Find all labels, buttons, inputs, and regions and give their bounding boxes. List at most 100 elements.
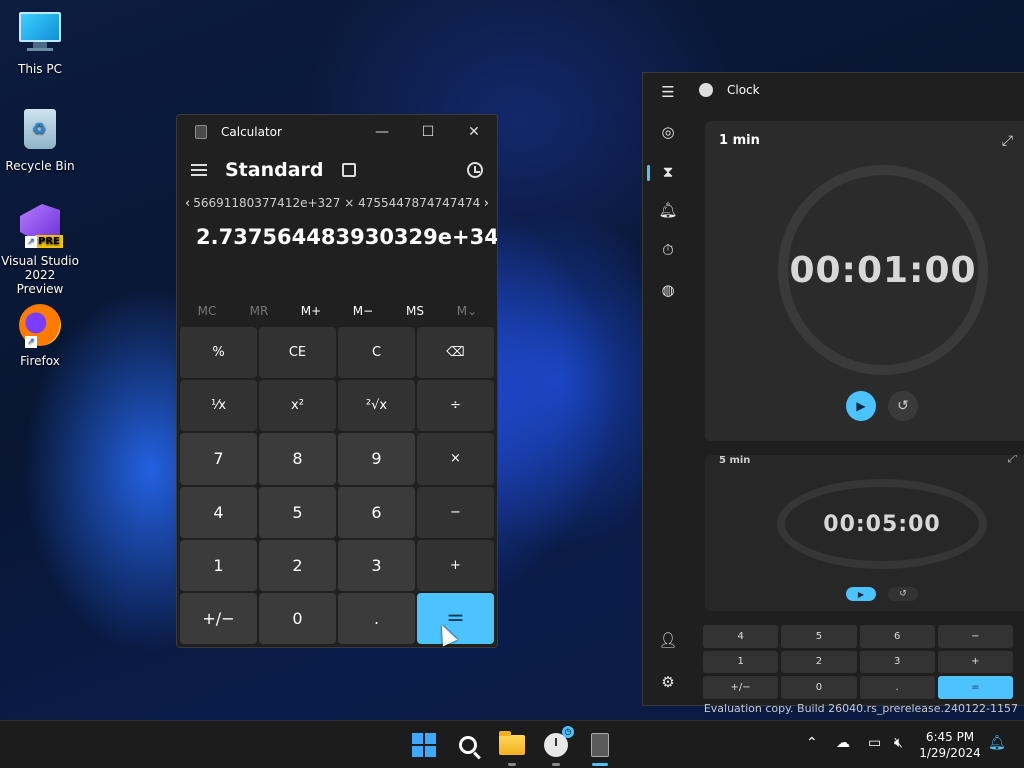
multiply-button[interactable]: × (417, 433, 494, 485)
square-button[interactable]: x² (259, 380, 336, 432)
maximize-button[interactable]: ☐ (405, 115, 451, 149)
search-button[interactable] (452, 729, 484, 761)
cloud-offline-icon[interactable]: ☁ (836, 735, 850, 751)
desktop-icon-label: This PC (18, 62, 62, 76)
percent-button[interactable]: % (180, 327, 257, 379)
window-title: Calculator (221, 125, 282, 139)
timer-card[interactable]: 5 min ⤢ 00:05:00 ▶ ↺ (705, 455, 1024, 611)
ghost-key: 1 (703, 650, 779, 674)
timer-hourglass-icon[interactable]: ⧗ (659, 163, 677, 181)
memory-clear-button[interactable]: MC (181, 297, 233, 325)
minus-button[interactable]: − (417, 486, 494, 538)
digit-5-button[interactable]: 5 (259, 486, 336, 538)
digit-7-button[interactable]: 7 (180, 433, 257, 485)
desktop-icon-visual-studio[interactable]: PRE ↗ Visual Studio 2022 Preview (0, 202, 80, 296)
nav-active-indicator (647, 165, 650, 181)
digit-2-button[interactable]: 2 (259, 539, 336, 591)
running-indicator (592, 763, 608, 766)
window-title: Clock (727, 83, 760, 97)
memory-store-button[interactable]: MS (389, 297, 441, 325)
digit-8-button[interactable]: 8 (259, 433, 336, 485)
divide-button[interactable]: ÷ (417, 380, 494, 432)
clear-button[interactable]: C (338, 327, 415, 379)
calculator-app-icon (591, 733, 609, 757)
timer-card[interactable]: 1 min ⤢ 00:01:00 ▶ ↺ (705, 121, 1024, 441)
volume-muted-icon[interactable]: 🔇︎ (894, 735, 903, 751)
keep-on-top-icon[interactable] (341, 163, 356, 177)
running-indicator (508, 763, 516, 766)
system-clock[interactable]: 6:45 PM 1/29/2024 (918, 729, 982, 761)
hamburger-menu-icon[interactable] (191, 164, 207, 176)
desktop-icon-firefox[interactable]: ↗ Firefox (0, 302, 80, 368)
digit-4-button[interactable]: 4 (180, 486, 257, 538)
ghost-key: 0 (781, 676, 857, 699)
world-clock-icon[interactable]: ◍ (659, 281, 677, 299)
settings-gear-icon[interactable]: ⚙ (659, 673, 677, 691)
desktop-icon-this-pc[interactable]: This PC (0, 8, 80, 76)
expand-icon[interactable]: ⤢ (1002, 133, 1013, 149)
digit-1-button[interactable]: 1 (180, 539, 257, 591)
taskbar-calculator[interactable] (584, 729, 616, 766)
taskbar-file-explorer[interactable] (496, 729, 528, 766)
windows-logo-icon (412, 733, 436, 757)
history-icon[interactable] (467, 162, 483, 178)
expand-icon[interactable]: ⤢ (1007, 455, 1017, 466)
timer-time: 00:05:00 (823, 511, 941, 537)
tray-date: 1/29/2024 (919, 746, 981, 760)
clear-entry-button[interactable]: CE (259, 327, 336, 379)
focus-sessions-icon[interactable]: ◎ (659, 123, 677, 141)
recycle-bin-icon (17, 109, 63, 155)
play-button[interactable]: ▶ (846, 391, 876, 421)
reset-button[interactable]: ↺ (888, 391, 918, 421)
ghost-key: 2 (781, 650, 857, 674)
plus-button[interactable]: + (417, 539, 494, 591)
stopwatch-icon[interactable]: ⏱︎ (659, 241, 677, 259)
memory-subtract-button[interactable]: M− (337, 297, 389, 325)
alarm-bell-icon[interactable]: 🔔︎ (658, 201, 677, 219)
ghost-key: 4 (703, 625, 779, 648)
memory-add-button[interactable]: M+ (285, 297, 337, 325)
ghost-key: = (937, 676, 1013, 699)
decimal-button[interactable]: . (338, 592, 415, 644)
evaluation-watermark: Evaluation copy. Build 26040.rs_prerelea… (703, 702, 1018, 715)
ghost-key: . (859, 676, 935, 699)
notification-badge-icon: ◷ (562, 726, 574, 738)
memory-recall-button[interactable]: MR (233, 297, 285, 325)
minimize-button[interactable]: — (359, 115, 405, 149)
shortcut-arrow-icon: ↗ (25, 236, 37, 248)
desktop-icon-label: Recycle Bin (5, 159, 75, 173)
notification-bell-icon[interactable]: 🔔︎ (988, 735, 1006, 751)
reciprocal-button[interactable]: ⅟x (180, 380, 257, 432)
timer-ring: 00:05:00 (777, 479, 987, 569)
start-button[interactable] (408, 729, 440, 761)
close-button[interactable]: ✕ (451, 115, 497, 149)
clock-titlebar[interactable]: Clock (699, 83, 760, 97)
scroll-right-icon[interactable]: › (484, 196, 489, 211)
show-hidden-icons-chevron-icon[interactable]: ⌃ (806, 735, 818, 751)
desktop-icon-recycle-bin[interactable]: Recycle Bin (0, 106, 80, 173)
digit-9-button[interactable]: 9 (338, 433, 415, 485)
play-button[interactable]: ▶ (846, 587, 876, 601)
monitor-icon (17, 12, 63, 58)
calculator-titlebar[interactable]: Calculator — ☐ ✕ (177, 115, 497, 149)
desktop-icon-label: Visual Studio 2022 Preview (1, 254, 79, 296)
clock-app-icon (699, 83, 713, 97)
ghost-key: 6 (859, 625, 935, 648)
digit-6-button[interactable]: 6 (338, 486, 415, 538)
taskbar-clock[interactable]: ◷ (540, 726, 574, 766)
timer-time: 00:01:00 (789, 249, 977, 291)
calculator-window: Calculator — ☐ ✕ Standard ‹ 566911803774… (176, 114, 498, 648)
digit-3-button[interactable]: 3 (338, 539, 415, 591)
digit-0-button[interactable]: 0 (259, 592, 336, 644)
account-icon[interactable]: 👤︎ (658, 631, 677, 649)
backspace-button[interactable]: ⌫ (417, 327, 494, 379)
expression-text: 5669118037741​2e+327 × 4755447874747474 … (193, 196, 484, 210)
negate-button[interactable]: +/− (180, 592, 257, 644)
memory-list-button[interactable]: M⌄ (441, 297, 493, 325)
timer-name: 5 min (719, 455, 751, 466)
reset-button[interactable]: ↺ (888, 587, 918, 601)
result-display: 2.737564483930329e+343 (196, 225, 498, 249)
hamburger-menu-icon[interactable]: ☰ (659, 83, 677, 101)
square-root-button[interactable]: ²√x (338, 380, 415, 432)
network-icon[interactable]: ▭ (868, 735, 881, 751)
